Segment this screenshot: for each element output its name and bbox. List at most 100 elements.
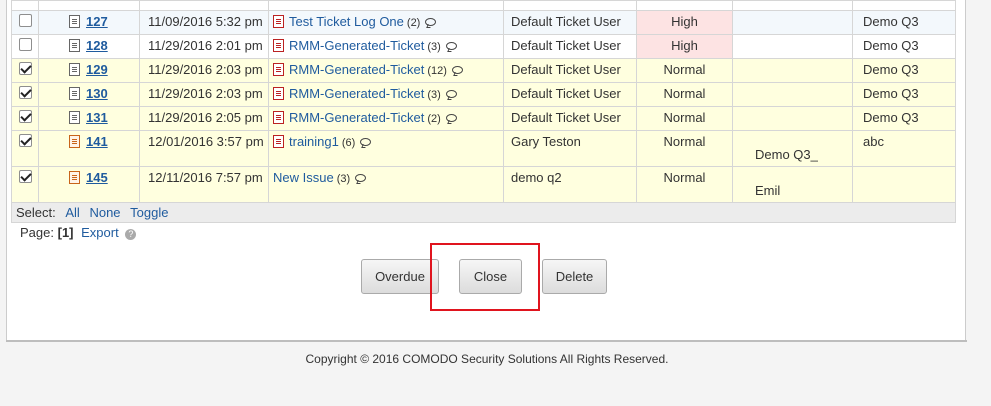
date-cell: 11/29/2016 2:03 pm <box>139 82 269 107</box>
overdue-button[interactable]: Overdue <box>361 259 439 294</box>
date-cell: 11/09/2016 5:32 pm <box>139 10 269 35</box>
select-cell: Select: All None Toggle <box>11 202 956 223</box>
reply-count: (3) <box>336 173 351 185</box>
panel-shadow <box>6 340 967 342</box>
row-checkbox[interactable] <box>18 38 32 51</box>
assignee-cell <box>732 82 853 107</box>
select-label: Select: <box>16 205 56 220</box>
ticket-row[interactable]: 145 12/11/2016 7:57 pm New Issue (3) demo… <box>11 166 956 203</box>
export-link[interactable]: Export <box>81 225 119 240</box>
reply-count: (6) <box>341 137 356 149</box>
date-cell: 11/29/2016 2:01 pm <box>139 34 269 59</box>
row-checkbox[interactable] <box>18 14 32 27</box>
group-cell: Demo Q3 <box>852 34 956 59</box>
priority-cell: High <box>636 10 733 35</box>
date-cell: 12/11/2016 7:57 pm <box>139 166 269 203</box>
ticket-id-link[interactable]: 131 <box>86 110 108 125</box>
row-checkbox[interactable] <box>18 170 32 183</box>
subject-cell: training1 (6) <box>268 130 504 167</box>
row-checkbox[interactable] <box>18 134 32 147</box>
partial-row <box>11 0 956 11</box>
ticket-subject-link[interactable]: RMM-Generated-Ticket <box>289 110 424 125</box>
chat-bubble-icon[interactable] <box>445 42 457 50</box>
document-icon <box>69 171 80 184</box>
row-checkbox[interactable] <box>18 110 32 123</box>
select-none-link[interactable]: None <box>89 205 120 220</box>
priority-cell: Normal <box>636 82 733 107</box>
select-cell <box>11 106 39 131</box>
ticket-row[interactable]: 129 11/29/2016 2:03 pm RMM-Generated-Tic… <box>11 58 956 83</box>
user-cell: Default Ticket User <box>503 82 637 107</box>
ticket-row[interactable]: 141 12/01/2016 3:57 pm training1 (6) Gary… <box>11 130 956 167</box>
ticket-row[interactable]: 127 11/09/2016 5:32 pm Test Ticket Log O… <box>11 10 956 35</box>
user-cell: demo q2 <box>503 166 637 203</box>
document-icon <box>69 63 80 76</box>
assignee-cell <box>732 106 853 131</box>
ticket-subject-link[interactable]: RMM-Generated-Ticket <box>289 86 424 101</box>
select-toggle-link[interactable]: Toggle <box>130 205 168 220</box>
chat-bubble-icon[interactable] <box>425 18 437 26</box>
row-checkbox[interactable] <box>18 86 32 99</box>
chat-bubble-icon[interactable] <box>360 138 372 146</box>
ticket-row[interactable]: 131 11/29/2016 2:05 pm RMM-Generated-Tic… <box>11 106 956 131</box>
select-all-link[interactable]: All <box>65 205 79 220</box>
ticket-id-link[interactable]: 130 <box>86 86 108 101</box>
reply-count: (3) <box>427 41 441 53</box>
id-cell: 129 <box>38 58 140 83</box>
id-cell: 130 <box>38 82 140 107</box>
delete-button[interactable]: Delete <box>542 259 607 294</box>
group-cell: Demo Q3 <box>852 82 956 107</box>
id-cell: 127 <box>38 10 140 35</box>
priority-cell: Normal <box>636 58 733 83</box>
ticket-id-link[interactable]: 128 <box>86 38 108 53</box>
ticket-icon <box>273 87 284 100</box>
select-cell <box>11 34 39 59</box>
ticket-subject-link[interactable]: New Issue <box>273 170 334 185</box>
ticket-subject-link[interactable]: training1 <box>289 134 339 149</box>
subject-cell: RMM-Generated-Ticket (3) <box>268 82 504 107</box>
assignee-cell <box>732 34 853 59</box>
pager: Page: [1] Export ? <box>20 225 137 240</box>
group-cell: Demo Q3 <box>852 106 956 131</box>
ticket-subject-link[interactable]: RMM-Generated-Ticket <box>289 62 424 77</box>
page-label: Page: <box>20 225 54 240</box>
chat-bubble-icon[interactable] <box>451 66 463 74</box>
footer-copyright: Copyright © 2016 COMODO Security Solutio… <box>305 352 669 366</box>
priority-cell: High <box>636 34 733 59</box>
ticket-id-link[interactable]: 141 <box>86 134 108 149</box>
help-icon[interactable]: ? <box>125 229 137 240</box>
reply-count: (12) <box>427 65 447 77</box>
ticket-id-link[interactable]: 127 <box>86 14 108 29</box>
chat-bubble-icon[interactable] <box>445 90 457 98</box>
chat-bubble-icon[interactable] <box>445 114 457 122</box>
ticket-id-link[interactable]: 145 <box>86 170 108 185</box>
priority-cell: Normal <box>636 166 733 203</box>
subject-cell: RMM-Generated-Ticket (3) <box>268 34 504 59</box>
reply-count: (2) <box>427 113 441 125</box>
ticket-id-link[interactable]: 129 <box>86 62 108 77</box>
ticket-subject-link[interactable]: RMM-Generated-Ticket <box>289 38 424 53</box>
current-page[interactable]: [1] <box>58 225 74 240</box>
date-cell: 11/29/2016 2:03 pm <box>139 58 269 83</box>
assignee-cell: Emil <box>732 166 853 203</box>
group-cell: Demo Q3 <box>852 58 956 83</box>
reply-count: (3) <box>427 89 441 101</box>
priority-cell: Normal <box>636 130 733 167</box>
ticket-grid-container: 127 11/09/2016 5:32 pm Test Ticket Log O… <box>11 0 956 223</box>
ticket-icon <box>273 15 284 28</box>
ticket-icon <box>273 135 284 148</box>
assignee-cell <box>732 10 853 35</box>
chat-bubble-icon[interactable] <box>355 174 367 182</box>
id-cell: 131 <box>38 106 140 131</box>
ticket-row[interactable]: 130 11/29/2016 2:03 pm RMM-Generated-Tic… <box>11 82 956 107</box>
ticket-row[interactable]: 128 11/29/2016 2:01 pm RMM-Generated-Tic… <box>11 34 956 59</box>
id-cell: 145 <box>38 166 140 203</box>
ticket-icon <box>273 63 284 76</box>
row-checkbox[interactable] <box>18 62 32 75</box>
assignee-cell <box>732 58 853 83</box>
document-icon <box>69 39 80 52</box>
document-icon <box>69 87 80 100</box>
assignee-text: Demo Q3_ <box>755 147 818 162</box>
ticket-subject-link[interactable]: Test Ticket Log One <box>289 14 404 29</box>
subject-cell: New Issue (3) <box>268 166 504 203</box>
